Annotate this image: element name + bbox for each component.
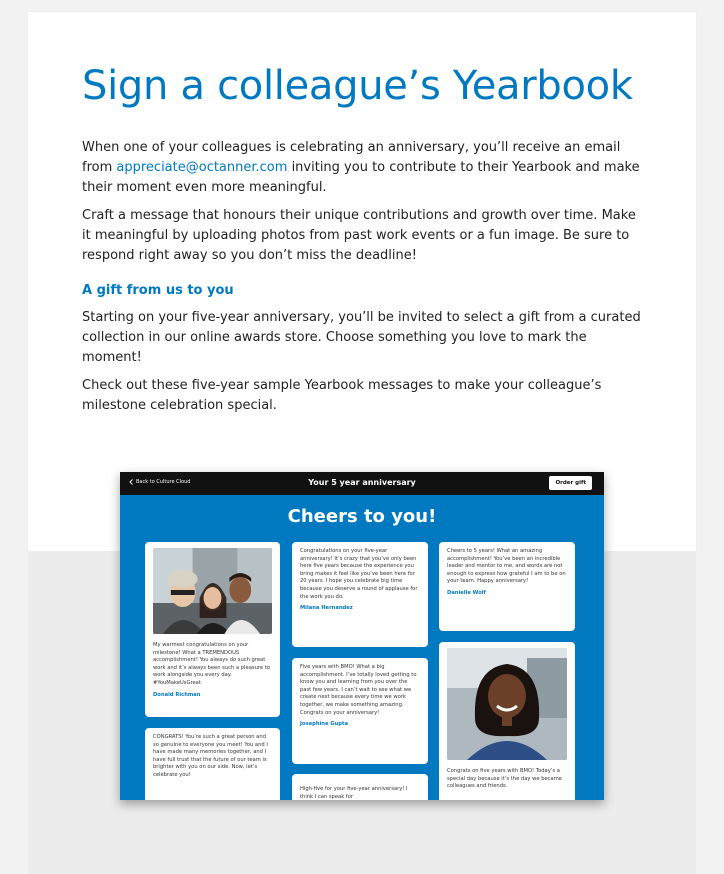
- message-text: CONGRATS! You’re such a great person and…: [153, 734, 268, 778]
- yearbook-title: Your 5 year anniversary: [308, 478, 416, 487]
- yearbook-topbar: Back to Culture Cloud Your 5 year annive…: [120, 472, 604, 495]
- intro-paragraph: When one of your colleagues is celebrati…: [82, 138, 642, 198]
- message-card-bmo: Congrats on five years with BMO! Today’s…: [439, 642, 575, 800]
- message-text: My warmest congratulations on your miles…: [153, 642, 270, 686]
- message-text: Congratulations on your five-year annive…: [300, 548, 418, 600]
- page-title: Sign a colleague’s Yearbook: [82, 63, 633, 109]
- message-card-donald: My warmest congratulations on your miles…: [145, 542, 280, 717]
- message-text: Cheers to 5 years! What an amazing accom…: [447, 548, 566, 585]
- message-text: Five years with BMO! What a big accompli…: [300, 664, 417, 716]
- sample-paragraph: Check out these five-year sample Yearboo…: [82, 378, 602, 413]
- author-name: Donald Richman: [153, 691, 201, 698]
- email-link[interactable]: appreciate@octanner.com: [116, 160, 287, 175]
- portrait-photo: [447, 648, 567, 760]
- author-name: Josephine Gupta: [300, 721, 348, 728]
- order-gift-button[interactable]: Order gift: [549, 476, 592, 490]
- message-card-milana: Congratulations on your five-year annive…: [292, 542, 428, 647]
- group-selfie-photo: [153, 548, 272, 634]
- message-card-high-five: High-five for your five-year anniversary…: [292, 774, 428, 800]
- message-card-congrats: CONGRATS! You’re such a great person and…: [145, 728, 280, 800]
- author-name: Danielle Wolf: [447, 589, 486, 596]
- message-card-danielle: Cheers to 5 years! What an amazing accom…: [439, 542, 575, 631]
- yearbook-screenshot: Back to Culture Cloud Your 5 year annive…: [120, 472, 604, 800]
- message-text: Congrats on five years with BMO! Today’s…: [447, 768, 562, 790]
- message-text: High-five for your five-year anniversary…: [300, 786, 408, 800]
- article: Sign a colleague’s Yearbook When one of …: [82, 60, 642, 416]
- gift-paragraph: Starting on your five-year anniversary, …: [82, 310, 641, 365]
- message-card-josephine: Five years with BMO! What a big accompli…: [292, 658, 428, 764]
- cheers-heading: Cheers to you!: [287, 506, 437, 527]
- author-name: Milana Hernandez: [300, 605, 353, 612]
- gift-subheading: A gift from us to you: [82, 283, 234, 298]
- craft-paragraph: Craft a message that honours their uniqu…: [82, 208, 636, 263]
